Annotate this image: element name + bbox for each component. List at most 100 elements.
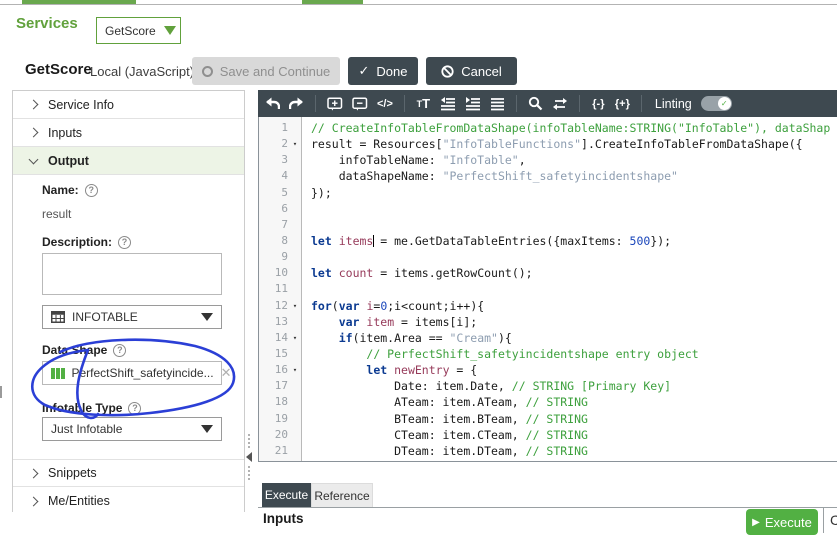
code-line[interactable]: 14 ▾ if(item.Area == "Cream"){	[259, 330, 837, 346]
help-icon[interactable]: ?	[118, 235, 132, 249]
sidebar-section-me-entities[interactable]: Me/Entities	[13, 487, 244, 515]
line-number: 8	[281, 233, 288, 247]
code-line[interactable]: 12 ▾ for(var i=0;i<count;i++){	[259, 298, 837, 314]
code-line[interactable]: 9	[259, 249, 837, 265]
code-line[interactable]: 3 infoTableName: "InfoTable",	[259, 152, 837, 168]
description-textarea[interactable]	[42, 253, 222, 295]
code-line[interactable]: 4 dataShapeName: "PerfectShift_safetyinc…	[259, 168, 837, 184]
sidebar-section-service-info[interactable]: Service Info	[13, 91, 244, 119]
infotable-type-value: Just Infotable	[51, 422, 123, 436]
service-selector[interactable]: GetScore	[96, 17, 181, 44]
fold-braces-icon[interactable]: {-}	[591, 95, 606, 112]
bottom-panel-vertical-divider	[823, 507, 824, 533]
play-icon: ▶	[752, 516, 760, 528]
sidebar-section-snippets[interactable]: Snippets	[13, 459, 244, 487]
code-text: for(var i=0;i<count;i++){	[311, 298, 485, 313]
code-line[interactable]: 17 Date: item.Date, // STRING [Primary K…	[259, 378, 837, 394]
page-subtitle: Local (JavaScript)	[90, 64, 195, 79]
code-lines[interactable]: 1 // CreateInfoTableFromDataShape(infoTab…	[259, 120, 837, 459]
code-line[interactable]: 19 BTeam: item.BTeam, // STRING	[259, 411, 837, 427]
fold-gutter	[288, 152, 302, 168]
fold-gutter	[288, 394, 302, 410]
code-line[interactable]: 11	[259, 281, 837, 297]
code-line[interactable]: 21 DTeam: item.DTeam, // STRING	[259, 443, 837, 459]
line-number: 19	[274, 411, 288, 425]
infotable-type-select[interactable]: Just Infotable	[42, 417, 222, 441]
base-type-value: INFOTABLE	[72, 310, 138, 324]
fold-gutter	[288, 378, 302, 394]
format-code-icon[interactable]	[490, 95, 505, 112]
code-line[interactable]: 2 ▾ result = Resources["InfoTableFunctions…	[259, 136, 837, 152]
tab-reference[interactable]: Reference	[311, 483, 373, 507]
check-icon: ✓	[358, 63, 370, 78]
code-line[interactable]: 16 ▾ let newEntry = {	[259, 362, 837, 378]
line-number: 14	[274, 330, 288, 344]
code-line[interactable]: 7	[259, 217, 837, 233]
toolbar-separator	[640, 95, 642, 112]
help-icon[interactable]: ?	[113, 343, 127, 357]
code-line[interactable]: 10 let count = items.getRowCount();	[259, 265, 837, 281]
remove-comment-icon[interactable]	[352, 95, 368, 112]
toggle-check-icon: ✓	[717, 97, 731, 110]
code-editor[interactable]: 1 // CreateInfoTableFromDataShape(infoTab…	[258, 117, 837, 462]
tab-execute[interactable]: Execute	[262, 483, 311, 507]
help-icon[interactable]: ?	[128, 401, 142, 415]
line-number: 18	[274, 395, 288, 409]
code-block-icon[interactable]: </>	[377, 95, 393, 112]
active-tab-indicator-right	[302, 0, 363, 4]
execute-button[interactable]: ▶ Execute	[746, 509, 818, 535]
indent-icon[interactable]	[465, 95, 481, 112]
data-shape-value: PerfectShift_safetyincide...	[71, 366, 214, 380]
code-line[interactable]: 1 // CreateInfoTableFromDataShape(infoTab…	[259, 120, 837, 136]
fold-marker-icon[interactable]: ▾	[288, 362, 302, 378]
sidebar-section-inputs[interactable]: Inputs	[13, 119, 244, 147]
linting-toggle[interactable]: ✓	[700, 96, 732, 111]
base-type-select[interactable]: INFOTABLE	[42, 305, 222, 329]
line-number: 4	[281, 169, 288, 183]
done-button[interactable]: ✓ Done	[348, 57, 418, 85]
redo-icon[interactable]	[289, 95, 304, 112]
undo-icon[interactable]	[265, 95, 280, 112]
cancel-button[interactable]: Cancel	[426, 57, 517, 85]
code-line[interactable]: 5});	[259, 185, 837, 201]
fold-marker-icon[interactable]: ▾	[288, 298, 302, 314]
spinner-circle-icon	[201, 65, 213, 77]
save-and-continue-button[interactable]: Save and Continue	[192, 57, 340, 85]
chevron-right-icon	[28, 468, 39, 478]
font-size-icon[interactable]: TT	[416, 95, 431, 112]
remove-data-shape-icon[interactable]: ✕	[221, 365, 232, 381]
code-line[interactable]: 8 let items = me.GetDataTableEntries({max…	[259, 233, 837, 249]
replace-icon[interactable]	[552, 95, 568, 112]
code-line[interactable]: 18 ATeam: item.ATeam, // STRING	[259, 394, 837, 410]
code-text: BTeam: item.BTeam, // STRING	[311, 411, 588, 426]
code-line[interactable]: 20 CTeam: item.CTeam, // STRING	[259, 427, 837, 443]
help-icon[interactable]: ?	[84, 183, 98, 197]
code-text: infoTableName: "InfoTable",	[311, 153, 526, 168]
code-line[interactable]: 15 // PerfectShift_safetyincidentshape e…	[259, 346, 837, 362]
chevron-right-icon	[28, 127, 39, 138]
code-text: if(item.Area == "Cream"){	[338, 330, 512, 345]
chevron-down-icon	[28, 154, 39, 164]
fold-gutter	[288, 217, 302, 233]
code-text: CTeam: item.CTeam, // STRING	[311, 427, 588, 442]
name-value: result	[42, 207, 72, 221]
fold-marker-icon[interactable]: ▾	[288, 136, 302, 152]
add-comment-icon[interactable]	[327, 95, 343, 112]
search-icon[interactable]	[528, 95, 543, 112]
line-number: 13	[274, 314, 288, 328]
code-line[interactable]: 6	[259, 201, 837, 217]
line-number: 17	[274, 379, 288, 393]
infotable-type-label: Infotable Type ?	[42, 401, 142, 415]
panel-splitter[interactable]	[243, 434, 254, 484]
code-text: result = Resources["InfoTableFunctions"]…	[311, 137, 803, 152]
data-shape-field[interactable]: PerfectShift_safetyincide... ✕	[42, 361, 231, 385]
chevron-down-icon	[201, 313, 213, 321]
bottom-panel-divider	[258, 507, 837, 508]
clipped-element-text: C	[830, 512, 837, 528]
fold-marker-icon[interactable]: ▾	[288, 330, 302, 346]
code-line[interactable]: 13 var item = items[i];	[259, 314, 837, 330]
outdent-icon[interactable]	[440, 95, 456, 112]
collapse-panel-icon[interactable]	[245, 452, 252, 462]
sidebar-section-output[interactable]: Output	[13, 147, 244, 175]
unfold-braces-icon[interactable]: {+}	[615, 95, 630, 112]
